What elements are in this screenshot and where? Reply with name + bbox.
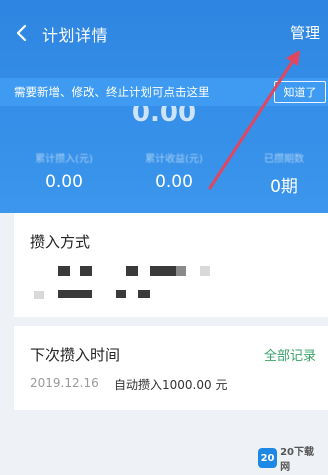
watermark-text: 20下载网 <box>280 447 314 473</box>
stat-label: 已攒期数 <box>264 154 304 165</box>
stats-row: 累计攒入(元) 0.00 累计收益(元) 0.00 已攒期数 0期 <box>0 150 328 200</box>
status-bar <box>0 0 328 8</box>
stat-label: 累计收益(元) <box>145 154 203 165</box>
site-watermark: 20 20下载网 <box>258 447 322 473</box>
redacted-block <box>58 290 92 298</box>
manage-button[interactable]: 管理 <box>290 22 320 43</box>
stat-value: 0.00 <box>45 172 83 192</box>
stat-total-earnings: 累计收益(元) 0.00 <box>124 150 224 192</box>
stat-label: 累计攒入(元) <box>35 154 93 165</box>
back-button[interactable] <box>10 22 32 44</box>
redacted-block <box>176 266 186 276</box>
stat-value: 0期 <box>270 177 298 197</box>
deposit-method-title: 攒入方式 <box>30 233 91 251</box>
redacted-block <box>80 266 92 276</box>
notice-banner: 需要新增、修改、终止计划可点击这里 知道了 <box>0 78 328 106</box>
deposit-method-card: 攒入方式 <box>14 213 328 317</box>
chevron-left-icon <box>16 24 27 42</box>
stat-periods: 已攒期数 0期 <box>234 150 328 197</box>
stat-value: 0.00 <box>155 172 193 192</box>
redacted-block <box>116 290 126 298</box>
stat-total-deposit: 累计攒入(元) 0.00 <box>14 150 114 192</box>
next-deposit-card: 下次攒入时间 全部记录 2019.12.16 自动攒入1000.00 元 <box>14 326 328 410</box>
redacted-block <box>138 290 150 298</box>
next-deposit-title: 下次攒入时间 <box>30 346 121 364</box>
next-deposit-date: 2019.12.16 <box>30 376 99 390</box>
total-amount: 0.00 <box>131 106 197 128</box>
redacted-block <box>150 266 176 276</box>
redacted-block <box>200 266 210 276</box>
auto-deposit-text: 自动攒入1000.00 元 <box>114 378 228 392</box>
top-bar: 计划详情 管理 <box>0 12 328 54</box>
all-records-link[interactable]: 全部记录 <box>264 345 316 364</box>
redacted-block <box>126 266 138 276</box>
got-it-button[interactable]: 知道了 <box>274 81 326 103</box>
watermark-logo-icon: 20 <box>258 448 278 468</box>
redacted-block <box>34 291 44 299</box>
notice-text: 需要新增、修改、终止计划可点击这里 <box>14 85 210 99</box>
redacted-block <box>58 266 70 276</box>
page-title: 计划详情 <box>42 26 109 45</box>
